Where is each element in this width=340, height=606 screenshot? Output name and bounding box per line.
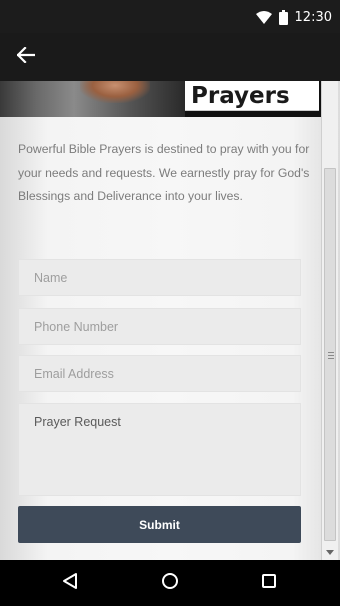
wifi-icon	[255, 10, 272, 24]
phone-number-input[interactable]	[18, 308, 301, 345]
nav-recents-button[interactable]	[257, 571, 281, 595]
back-button[interactable]	[12, 43, 40, 71]
banner-image: Prayers	[0, 81, 322, 117]
back-triangle-icon	[61, 572, 79, 595]
scrollbar[interactable]	[321, 81, 338, 560]
scroll-down-arrow-icon[interactable]	[326, 550, 334, 555]
nav-back-button[interactable]	[58, 571, 82, 595]
arrow-left-icon	[16, 45, 36, 68]
status-time: 12:30	[294, 9, 332, 25]
hands-image	[80, 81, 150, 103]
praying-hands-photo	[0, 81, 185, 117]
recents-square-icon	[261, 573, 277, 594]
nav-home-button[interactable]	[158, 571, 182, 595]
email-address-input[interactable]	[18, 355, 301, 392]
status-bar: 12:30	[0, 0, 340, 33]
banner-title: Prayers	[185, 81, 319, 111]
navigation-bar	[0, 560, 340, 606]
name-input[interactable]	[18, 259, 301, 296]
app-bar	[0, 33, 340, 81]
battery-icon	[278, 9, 288, 25]
scroll-thumb[interactable]	[324, 168, 336, 541]
status-icons: 12:30	[255, 8, 332, 26]
page-content: Prayers Powerful Bible Prayers is destin…	[0, 81, 340, 560]
submit-button[interactable]: Submit	[18, 506, 301, 543]
prayer-request-textarea[interactable]	[18, 403, 301, 496]
home-circle-icon	[161, 572, 179, 595]
scroll-grip-icon	[328, 352, 334, 359]
intro-text: Powerful Bible Prayers is destined to pr…	[18, 142, 310, 203]
